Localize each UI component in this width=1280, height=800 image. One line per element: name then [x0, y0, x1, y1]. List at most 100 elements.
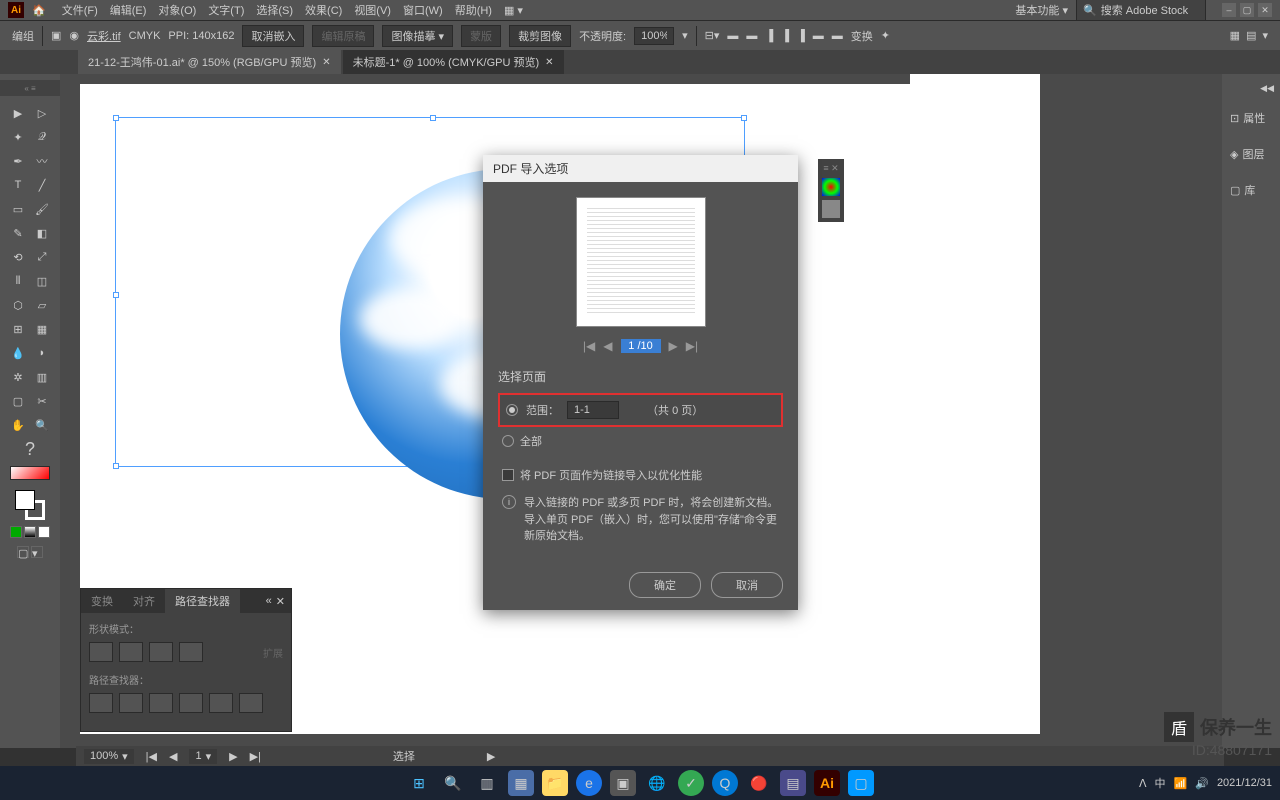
start-button[interactable]: ⊞	[406, 770, 432, 796]
color-swatch[interactable]	[15, 490, 45, 520]
wifi-icon[interactable]: 📶	[1174, 777, 1188, 790]
taskview-icon[interactable]: ▥	[474, 770, 500, 796]
gradient-tool[interactable]: ▦	[31, 318, 53, 340]
panel-toggle-2[interactable]: ▤	[1246, 29, 1256, 42]
prev-page-button[interactable]: ◀	[603, 339, 612, 353]
close-button[interactable]: ✕	[1258, 3, 1272, 17]
toggle-fill-stroke[interactable]: ?	[19, 438, 41, 460]
color-mode-3[interactable]	[38, 526, 50, 538]
panel-close-icon[interactable]: ≡ ✕	[823, 163, 838, 174]
panel-collapse-icon[interactable]: «	[266, 595, 272, 608]
transform-label[interactable]: 变换	[851, 28, 873, 44]
tray-chevron[interactable]: ᐱ	[1139, 777, 1147, 790]
swatches-icon[interactable]	[822, 200, 840, 218]
align-icon-1[interactable]: ⊟▾	[705, 29, 720, 42]
maximize-button[interactable]: ▢	[1240, 3, 1254, 17]
align-icon-2[interactable]: ▬	[727, 30, 738, 42]
pen-tool[interactable]: ✒	[7, 150, 29, 172]
menu-window[interactable]: 窗口(W)	[399, 0, 447, 20]
merge-button[interactable]	[149, 693, 173, 713]
crop-pf-button[interactable]	[179, 693, 203, 713]
slice-tool[interactable]: ✂	[31, 390, 53, 412]
app-icon-6[interactable]: ▢	[848, 770, 874, 796]
range-input[interactable]	[567, 401, 619, 419]
scale-tool[interactable]: ⤢	[31, 246, 53, 268]
layers-panel-button[interactable]: ◈图层	[1222, 142, 1280, 166]
menu-select[interactable]: 选择(S)	[252, 0, 297, 20]
align-icon-4[interactable]: ▐	[765, 30, 773, 42]
opacity-chevron[interactable]: ▾	[682, 29, 688, 42]
blend-tool[interactable]: ◗	[31, 342, 53, 364]
next-page-button[interactable]: ▶	[669, 339, 678, 353]
artboard-nav-prev[interactable]: ◀	[169, 750, 177, 763]
image-trace-button[interactable]: 图像描摹 ▾	[382, 25, 453, 47]
align-icon-6[interactable]: ▐	[797, 30, 805, 42]
workspace-switcher[interactable]: 基本功能 ▾	[1015, 2, 1068, 18]
properties-panel-button[interactable]: ⊡属性	[1222, 106, 1280, 130]
panel-toggle-1[interactable]: ▦	[1230, 29, 1240, 42]
screen-mode-1[interactable]: ▢	[17, 546, 29, 558]
direct-selection-tool[interactable]: ▷	[31, 102, 53, 124]
shape-builder-tool[interactable]: ⬡	[7, 294, 29, 316]
app-icon-1[interactable]: ▣	[610, 770, 636, 796]
divide-button[interactable]	[89, 693, 113, 713]
screen-mode-2[interactable]: ▾	[31, 546, 43, 558]
type-tool[interactable]: T	[7, 174, 29, 196]
clock[interactable]: 2021/12/31	[1217, 777, 1272, 789]
transform-icon[interactable]: ✦	[881, 29, 890, 42]
toolbox-header[interactable]: « ≡	[0, 80, 60, 96]
panel-close-icon[interactable]: ✕	[276, 595, 285, 608]
explorer-icon[interactable]: 📁	[542, 770, 568, 796]
color-guide-icon[interactable]	[822, 178, 840, 196]
mesh-tool[interactable]: ⊞	[7, 318, 29, 340]
artboard-tool[interactable]: ▢	[7, 390, 29, 412]
app-icon-5[interactable]: ▤	[780, 770, 806, 796]
tab-document-1[interactable]: 21-12-王鸿伟-01.ai* @ 150% (RGB/GPU 预览)✕	[78, 50, 341, 74]
cancel-button[interactable]: 取消	[711, 572, 783, 598]
rotate-tool[interactable]: ⟲	[7, 246, 29, 268]
embed-icon[interactable]: ◉	[69, 29, 79, 42]
selection-tool[interactable]: ▶	[7, 102, 29, 124]
zoom-selector[interactable]: 100%▾	[84, 749, 134, 764]
range-radio[interactable]	[506, 404, 518, 416]
rectangle-tool[interactable]: ▭	[7, 198, 29, 220]
hand-tool[interactable]: ✋	[7, 414, 29, 436]
artboard-nav-first[interactable]: |◀	[146, 750, 157, 763]
align-icon-7[interactable]: ▬	[813, 30, 824, 42]
search-input[interactable]: 🔍搜索 Adobe Stock	[1076, 0, 1206, 21]
exclude-button[interactable]	[179, 642, 203, 662]
link-icon[interactable]: ▣	[51, 29, 61, 42]
align-icon-5[interactable]: ▐	[781, 30, 789, 42]
ime-icon[interactable]: 中	[1155, 775, 1166, 791]
tab-document-2[interactable]: 未标题-1* @ 100% (CMYK/GPU 预览)✕	[343, 50, 564, 74]
menu-view[interactable]: 视图(V)	[350, 0, 395, 20]
volume-icon[interactable]: 🔊	[1195, 777, 1209, 790]
width-tool[interactable]: ⫴	[7, 270, 29, 292]
symbol-sprayer-tool[interactable]: ✲	[7, 366, 29, 388]
menu-text[interactable]: 文字(T)	[204, 0, 248, 20]
link-pdf-checkbox[interactable]	[502, 469, 514, 481]
layout-icon[interactable]: ▦ ▾	[500, 2, 527, 19]
panel-expand-icon[interactable]: ◀◀	[1260, 83, 1274, 93]
align-icon-8[interactable]: ▬	[832, 30, 843, 42]
page-input[interactable]	[621, 339, 661, 353]
color-mode-1[interactable]	[10, 526, 22, 538]
outline-button[interactable]	[209, 693, 233, 713]
menu-help[interactable]: 帮助(H)	[451, 0, 496, 20]
minimize-button[interactable]: –	[1222, 3, 1236, 17]
taskbar-search[interactable]: 🔍	[440, 770, 466, 796]
tab-close-icon[interactable]: ✕	[545, 57, 553, 68]
menu-file[interactable]: 文件(F)	[58, 0, 102, 20]
zoom-tool[interactable]: 🔍	[31, 414, 53, 436]
home-icon[interactable]: 🏠	[32, 4, 46, 17]
chrome-icon[interactable]: 🌐	[644, 770, 670, 796]
lasso-tool[interactable]: 𝒬	[31, 126, 53, 148]
panel-toggle-3[interactable]: ▾	[1262, 29, 1268, 42]
widgets-icon[interactable]: ▦	[508, 770, 534, 796]
line-tool[interactable]: ╱	[31, 174, 53, 196]
free-transform-tool[interactable]: ◫	[31, 270, 53, 292]
minus-back-button[interactable]	[239, 693, 263, 713]
transform-tab[interactable]: 变换	[81, 589, 123, 613]
magic-wand-tool[interactable]: ✦	[7, 126, 29, 148]
artboard-selector[interactable]: 1▾	[189, 749, 217, 764]
